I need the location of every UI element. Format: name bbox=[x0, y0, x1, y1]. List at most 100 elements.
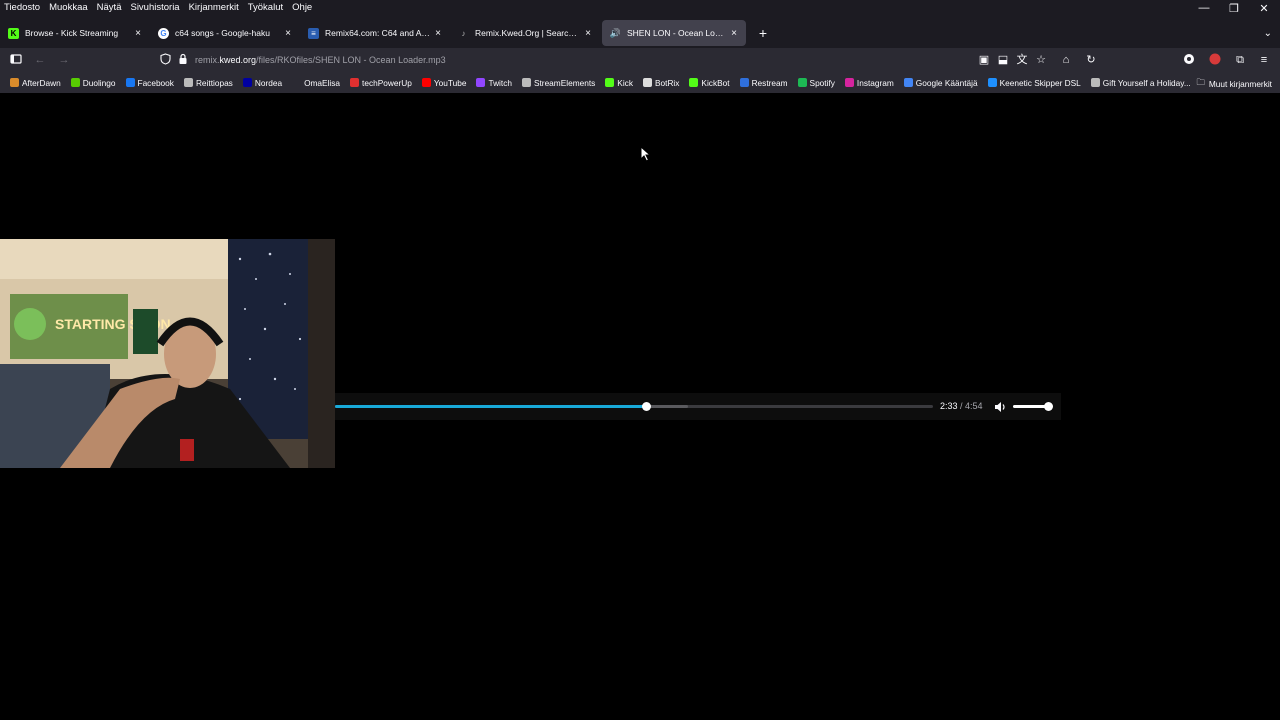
speaker-icon: 🔊 bbox=[609, 27, 622, 38]
menu-item[interactable]: Ohje bbox=[288, 2, 317, 13]
url-bar[interactable]: remix. kwed.org/files/RKOfiles/SHEN LON -… bbox=[195, 50, 1043, 70]
google-icon: G bbox=[158, 27, 169, 39]
translate-icon[interactable]: 文 bbox=[1015, 53, 1029, 67]
played-range bbox=[335, 405, 646, 408]
new-tab-button[interactable]: + bbox=[756, 26, 770, 40]
time-separator: / bbox=[957, 401, 966, 411]
save-page-icon[interactable]: ⬓ bbox=[996, 53, 1010, 67]
bookmark-item[interactable]: Keenetic Skipper DSL bbox=[987, 78, 1081, 88]
tab-title: Remix.Kwed.Org | Search results bbox=[475, 28, 580, 38]
bookmark-favicon-icon bbox=[421, 78, 431, 87]
picture-icon[interactable]: ▣ bbox=[977, 53, 991, 67]
tab-kick[interactable]: K Browse - Kick Streaming × bbox=[0, 20, 150, 46]
bookmarks-toolbar: AfterDawn Duolingo Facebook Reittiopas Norde… bbox=[0, 72, 1280, 94]
bookmark-favicon-icon bbox=[844, 78, 854, 87]
volume-thumb[interactable] bbox=[1044, 402, 1053, 411]
bookmark-favicon-icon bbox=[797, 78, 807, 87]
seek-thumb[interactable] bbox=[641, 402, 651, 411]
home-icon[interactable]: ⌂ bbox=[1059, 53, 1073, 67]
menu-item[interactable]: Tiedosto bbox=[0, 2, 45, 13]
bookmark-label: Reittiopas bbox=[195, 77, 233, 88]
menu-item[interactable]: Kirjanmerkit bbox=[185, 2, 244, 13]
bookmark-item[interactable]: KickBot bbox=[689, 77, 730, 88]
bookmark-item[interactable]: Nordea bbox=[242, 78, 282, 88]
extension-circle-icon[interactable] bbox=[1182, 53, 1196, 67]
tab-list-chevron-icon[interactable]: ⌄ bbox=[1264, 28, 1272, 39]
webcam-feed-image: STARTING SOON bbox=[0, 239, 335, 468]
folder-icon: 🗀 bbox=[1196, 77, 1205, 87]
tab-title: Browse - Kick Streaming bbox=[25, 28, 119, 38]
menu-item[interactable]: Muokkaa bbox=[45, 2, 93, 13]
bookmark-item[interactable]: Gift Yourself a Holiday... bbox=[1090, 77, 1191, 88]
remix64-icon: ≡ bbox=[308, 27, 319, 39]
audio-player: 2:33 / 4:54 bbox=[335, 393, 1061, 420]
tab-google[interactable]: G c64 songs - Google-haku × bbox=[150, 20, 300, 46]
bookmark-favicon-icon bbox=[292, 78, 302, 87]
tab-remix64[interactable]: ≡ Remix64.com: C64 and Amiga M × bbox=[300, 20, 450, 46]
bookmark-item[interactable]: Twitch bbox=[476, 78, 512, 88]
bookmark-item[interactable]: Spotify bbox=[797, 77, 835, 88]
bookmark-label: Duolingo bbox=[82, 77, 116, 88]
bookmark-item[interactable]: YouTube bbox=[421, 78, 466, 88]
bookmark-favicon-icon bbox=[10, 78, 19, 87]
back-icon[interactable]: ← bbox=[33, 53, 47, 67]
bookmark-star-icon[interactable]: ☆ bbox=[1034, 53, 1048, 67]
bookmark-item[interactable]: Instagram bbox=[844, 77, 894, 88]
bookmark-label: Instagram bbox=[856, 77, 894, 88]
menu-bar: Tiedosto Muokkaa Näytä Sivuhistoria Kirjanme… bbox=[0, 0, 1280, 14]
bookmark-label: Google Kääntäjä bbox=[915, 77, 978, 88]
tab-title: c64 songs - Google-haku bbox=[175, 28, 270, 38]
other-bookmarks-folder[interactable]: 🗀 Muut kirjanmerkit bbox=[1197, 77, 1272, 91]
url-path: /files/RKOfiles/SHEN LON - Ocean Loader.… bbox=[256, 55, 446, 65]
bookmark-item[interactable]: Reittiopas bbox=[183, 77, 233, 88]
bookmark-favicon-icon bbox=[183, 78, 193, 87]
bookmark-item[interactable]: Restream bbox=[739, 78, 788, 88]
tab-close-icon[interactable]: × bbox=[726, 28, 742, 39]
menu-item[interactable]: Työkalut bbox=[244, 2, 288, 13]
time-display: 2:33 / 4:54 bbox=[940, 401, 983, 411]
other-bookmarks-label: Muut kirjanmerkit bbox=[1208, 79, 1272, 89]
bookmark-label: Spotify bbox=[809, 77, 835, 88]
menu-item[interactable]: Sivuhistoria bbox=[126, 2, 184, 13]
bookmark-item[interactable]: Duolingo bbox=[70, 77, 116, 88]
tab-close-icon[interactable]: × bbox=[280, 28, 296, 39]
volume-speaker-icon[interactable] bbox=[993, 400, 1007, 414]
bookmark-label: AfterDawn bbox=[22, 77, 61, 88]
current-time: 2:33 bbox=[940, 401, 958, 411]
bookmark-favicon-icon bbox=[987, 78, 997, 87]
bookmark-item[interactable]: Kick bbox=[605, 78, 633, 88]
bookmark-item[interactable]: techPowerUp bbox=[350, 78, 412, 88]
shield-icon[interactable] bbox=[158, 53, 172, 67]
tab-kwed-search[interactable]: ♪ Remix.Kwed.Org | Search results × bbox=[450, 20, 600, 46]
seek-bar[interactable] bbox=[335, 402, 933, 411]
bookmark-item[interactable]: StreamElements bbox=[521, 77, 596, 88]
menu-item[interactable]: Näytä bbox=[93, 2, 127, 13]
forward-icon[interactable]: → bbox=[57, 53, 71, 67]
bookmark-label: StreamElements bbox=[533, 77, 596, 88]
bookmark-label: KickBot bbox=[701, 77, 730, 88]
url-domain: kwed.org bbox=[219, 55, 257, 65]
bookmark-label: techPowerUp bbox=[362, 77, 412, 88]
tab-close-icon[interactable]: × bbox=[580, 28, 596, 39]
sidebar-icon[interactable] bbox=[9, 53, 23, 67]
bookmark-item[interactable]: Google Kääntäjä bbox=[903, 77, 978, 88]
bookmark-favicon-icon bbox=[350, 78, 360, 87]
tab-title: SHEN LON - Ocean Loader. bbox=[627, 28, 726, 38]
bookmark-label: Gift Yourself a Holiday... bbox=[1102, 77, 1191, 88]
lock-icon[interactable] bbox=[176, 53, 190, 67]
adblock-icon[interactable] bbox=[1208, 53, 1222, 67]
tab-close-icon[interactable]: × bbox=[130, 28, 146, 39]
hamburger-menu-icon[interactable]: ≡ bbox=[1257, 53, 1271, 67]
bookmark-favicon-icon bbox=[1090, 78, 1100, 87]
bookmark-item[interactable]: Facebook bbox=[125, 78, 174, 88]
extensions-puzzle-icon[interactable]: ⧉ bbox=[1233, 53, 1247, 67]
bookmark-item[interactable]: AfterDawn bbox=[10, 78, 61, 88]
reload-icon[interactable]: ↻ bbox=[1084, 53, 1098, 67]
bookmark-item[interactable]: OmaElisa bbox=[292, 78, 340, 88]
bookmark-item[interactable]: BotRix bbox=[642, 78, 679, 88]
bookmark-favicon-icon bbox=[125, 78, 135, 87]
tab-close-icon[interactable]: × bbox=[430, 28, 446, 39]
bookmark-label: OmaElisa bbox=[304, 77, 341, 88]
bookmark-favicon-icon bbox=[605, 78, 615, 87]
tab-shen-lon[interactable]: 🔊 SHEN LON - Ocean Loader. × bbox=[602, 20, 746, 46]
